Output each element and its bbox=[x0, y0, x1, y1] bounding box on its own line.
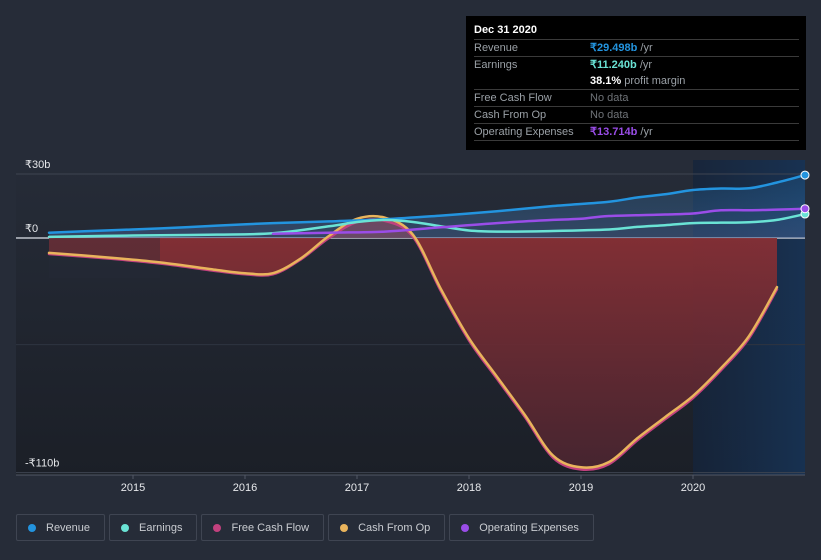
tooltip-row-value: No data bbox=[590, 90, 629, 106]
tooltip-suffix: /yr bbox=[637, 126, 653, 138]
tooltip-date: Dec 31 2020 bbox=[474, 22, 799, 40]
legend-label: Free Cash Flow bbox=[231, 521, 310, 534]
x-tick-label: 2015 bbox=[121, 482, 145, 494]
legend: Revenue Earnings Free Cash Flow Cash From O… bbox=[16, 514, 594, 541]
tooltip-row-label bbox=[474, 73, 590, 89]
legend-item-free-cash-flow[interactable]: Free Cash Flow bbox=[201, 514, 325, 541]
legend-dot-icon bbox=[461, 523, 470, 532]
tooltip: Dec 31 2020 Revenue ₹29.498b /yr Earnings ₹… bbox=[466, 16, 806, 150]
tooltip-suffix: profit margin bbox=[621, 75, 686, 87]
tooltip-row-label: Earnings bbox=[474, 59, 518, 71]
tooltip-suffix: /yr bbox=[637, 42, 653, 54]
revenue-end-point bbox=[800, 170, 810, 180]
legend-item-earnings[interactable]: Earnings bbox=[109, 514, 198, 541]
tooltip-row-label: Free Cash Flow bbox=[474, 92, 552, 104]
legend-dot-icon bbox=[121, 523, 130, 532]
legend-item-cash-from-op[interactable]: Cash From Op bbox=[328, 514, 446, 541]
x-tick-label: 2018 bbox=[457, 482, 481, 494]
tooltip-value: ₹29.498b bbox=[590, 42, 638, 54]
tooltip-row: 38.1% profit margin bbox=[474, 73, 799, 90]
legend-label: Earnings bbox=[139, 521, 183, 534]
legend-dot-icon bbox=[340, 523, 349, 532]
tooltip-row-value: ₹13.714b /yr bbox=[590, 124, 653, 140]
tooltip-suffix: /yr bbox=[636, 59, 653, 71]
tooltip-value: No data bbox=[590, 109, 629, 121]
tooltip-row: Earnings ₹11.240b /yr bbox=[474, 57, 799, 73]
x-tick-label: 2017 bbox=[345, 482, 369, 494]
tooltip-row-label: Operating Expenses bbox=[474, 126, 574, 138]
tooltip-row: Revenue ₹29.498b /yr bbox=[474, 40, 799, 57]
tooltip-row-value: ₹11.240b /yr bbox=[590, 57, 652, 73]
y-tick-label: -₹110b bbox=[25, 458, 59, 470]
tooltip-value: ₹13.714b bbox=[590, 126, 638, 138]
tooltip-row-value: 38.1% profit margin bbox=[590, 73, 685, 89]
tooltip-row: Free Cash Flow No data bbox=[474, 90, 799, 107]
tooltip-row: Operating Expenses ₹13.714b /yr bbox=[474, 124, 799, 141]
y-tick-label: ₹30b bbox=[25, 159, 50, 171]
legend-label: Operating Expenses bbox=[479, 521, 579, 534]
legend-label: Cash From Op bbox=[358, 521, 431, 534]
legend-dot-icon bbox=[28, 523, 36, 532]
tooltip-row-value: No data bbox=[590, 107, 629, 123]
legend-item-operating-expenses[interactable]: Operating Expenses bbox=[449, 514, 594, 541]
tooltip-row-label: Cash From Op bbox=[474, 109, 547, 121]
tooltip-value: ₹11.240b bbox=[590, 59, 637, 71]
x-tick-label: 2020 bbox=[681, 482, 705, 494]
tooltip-row-label: Revenue bbox=[474, 42, 519, 54]
legend-label: Revenue bbox=[46, 521, 91, 534]
tooltip-row-value: ₹29.498b /yr bbox=[590, 40, 653, 56]
x-tick-label: 2019 bbox=[569, 482, 593, 494]
opex-end-point bbox=[800, 204, 810, 214]
tooltip-row: Cash From Op No data bbox=[474, 107, 799, 124]
legend-dot-icon bbox=[213, 523, 222, 532]
y-tick-label: ₹0 bbox=[25, 223, 38, 235]
tooltip-value: 38.1% bbox=[590, 75, 622, 87]
legend-item-revenue[interactable]: Revenue bbox=[16, 514, 106, 541]
tooltip-value: No data bbox=[590, 92, 629, 104]
x-tick-label: 2016 bbox=[233, 482, 257, 494]
